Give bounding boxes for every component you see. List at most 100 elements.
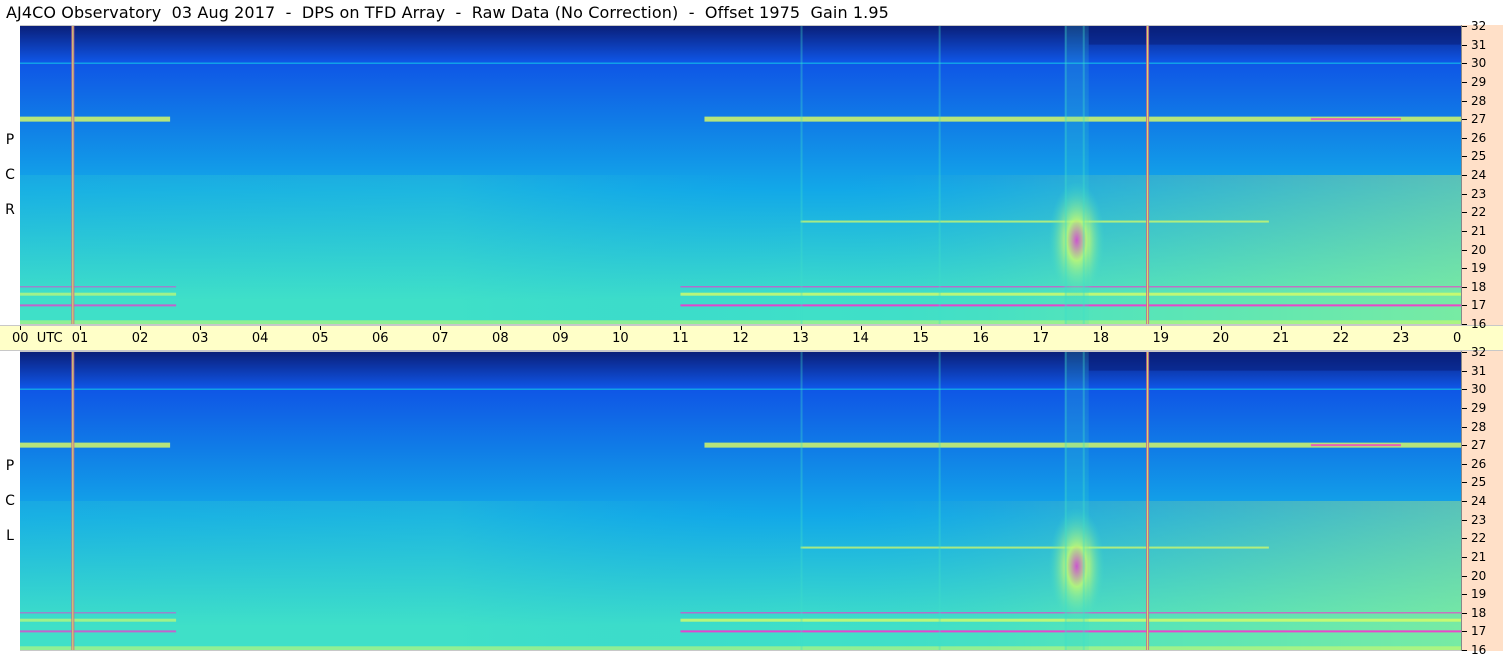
frequency-tick-mark: [1462, 194, 1467, 195]
time-tick-label: 21: [1272, 331, 1290, 346]
frequency-tick-label: 25: [1471, 475, 1487, 489]
time-tick-mark: [260, 326, 261, 330]
frequency-tick-mark: [1462, 427, 1467, 428]
rcp-spectrogram-plot: [20, 26, 1461, 324]
frequency-tick-label: 24: [1471, 494, 1487, 508]
frequency-tick-label: 18: [1471, 606, 1487, 620]
time-tick-mark: [200, 326, 201, 330]
time-tick-label: 09: [552, 331, 569, 346]
frequency-tick-mark: [1462, 101, 1467, 102]
time-tick-label: 01: [71, 331, 89, 346]
time-tick-label: 03: [191, 331, 209, 346]
time-tick-mark: [1281, 326, 1282, 330]
frequency-tick-label: 17: [1471, 624, 1487, 638]
interference-line-core-1: [72, 352, 74, 650]
time-tick-mark: [981, 326, 982, 330]
frequency-tick-mark: [1462, 650, 1467, 651]
frequency-tick-label: 26: [1471, 131, 1487, 145]
time-tick-label: 16: [972, 331, 989, 346]
vertical-streak-3: [1064, 26, 1067, 324]
frequency-tick-mark: [1462, 501, 1467, 502]
time-tick-mark: [560, 326, 561, 330]
time-tick-mark: [1161, 326, 1162, 330]
frequency-tick-label: 31: [1471, 38, 1487, 52]
frequency-tick-mark: [1462, 305, 1467, 306]
frequency-tick-mark: [1462, 594, 1467, 595]
time-tick-label: 05: [311, 331, 329, 346]
frequency-tick-label: 16: [1471, 317, 1487, 331]
interference-line-core-2: [1147, 352, 1149, 650]
frequency-tick-label: 28: [1471, 420, 1487, 434]
band-27mhz-peak: [1310, 444, 1401, 447]
time-tick-label: 23: [1392, 331, 1410, 346]
frequency-tick-mark: [1462, 445, 1467, 446]
band-17mhz-left: [20, 630, 177, 633]
lcp-frequency-axis: 16 17 18 19 20 21 22 23 24 25 26 27 28 29 30 31 32: [1461, 345, 1503, 657]
frequency-tick-mark: [1462, 631, 1467, 632]
frequency-tick-mark: [1462, 287, 1467, 288]
frequency-tick-mark: [1462, 520, 1467, 521]
band-27mhz-left: [20, 116, 171, 122]
frequency-tick-label: 27: [1471, 438, 1487, 452]
frequency-tick-mark: [1462, 408, 1467, 409]
frequency-tick-mark: [1462, 250, 1467, 251]
frequency-tick-label: 28: [1471, 94, 1487, 108]
time-tick-mark: [80, 326, 81, 330]
time-tick-label: 04: [251, 331, 269, 346]
time-tick-label: 13: [792, 331, 809, 346]
interference-line-core-2: [1147, 26, 1149, 324]
frequency-tick-label: 21: [1471, 224, 1487, 238]
frequency-tick-label: 22: [1471, 205, 1487, 219]
vertical-streak-4: [1082, 352, 1085, 650]
vertical-streak-2: [938, 26, 941, 324]
lcp-spectrogram: [20, 351, 1461, 651]
frequency-tick-mark: [1462, 352, 1467, 353]
frequency-tick-label: 30: [1471, 56, 1487, 70]
vertical-streak-3: [1064, 352, 1067, 650]
time-tick-label: 18: [1092, 331, 1110, 346]
frequency-tick-mark: [1462, 613, 1467, 614]
lcp-spectrogram-plot: [20, 352, 1461, 650]
frequency-tick-label: 20: [1471, 243, 1487, 257]
frequency-tick-label: 24: [1471, 168, 1487, 182]
time-tick-mark: [801, 326, 802, 330]
frequency-tick-label: 26: [1471, 457, 1487, 471]
band-16mhz: [20, 646, 1461, 650]
rcp-letter-r: P: [5, 132, 15, 148]
frequency-tick-mark: [1462, 557, 1467, 558]
time-tick-mark: [620, 326, 621, 330]
frequency-tick-mark: [1462, 138, 1467, 139]
vertical-streak-1: [800, 352, 803, 650]
lcp-letter-p: L: [6, 528, 14, 544]
vertical-streak-4: [1082, 26, 1085, 324]
frequency-tick-label: 21: [1471, 550, 1487, 564]
time-tick-mark: [1401, 326, 1402, 330]
burst-column: [1064, 352, 1089, 650]
time-tick-label: 00 UTC: [12, 331, 63, 346]
chart-title: AJ4CO Observatory 03 Aug 2017 - DPS on T…: [6, 3, 889, 22]
time-tick-label: 08: [492, 331, 509, 346]
band-17-6mhz-left: [20, 618, 177, 622]
frequency-tick-mark: [1462, 389, 1467, 390]
lcp-label-column: P C L: [0, 351, 20, 651]
frequency-tick-label: 31: [1471, 364, 1487, 378]
frequency-tick-label: 16: [1471, 643, 1487, 657]
band-30mhz: [20, 62, 1461, 64]
band-18mhz-left: [20, 612, 177, 614]
frequency-tick-label: 19: [1471, 261, 1487, 275]
time-tick-mark: [1041, 326, 1042, 330]
frequency-tick-mark: [1462, 268, 1467, 269]
high-frequency-quiet-region: [1088, 352, 1461, 371]
frequency-tick-label: 20: [1471, 569, 1487, 583]
vertical-streak-2: [938, 352, 941, 650]
rcp-frequency-axis: 16 17 18 19 20 21 22 23 24 25 26 27 28 29 30 31 32: [1461, 19, 1503, 331]
frequency-tick-label: 18: [1471, 280, 1487, 294]
time-tick-mark: [440, 326, 441, 330]
time-tick-label: 02: [131, 331, 149, 346]
time-tick-mark: [20, 326, 21, 330]
frequency-tick-mark: [1462, 119, 1467, 120]
frequency-tick-mark: [1462, 175, 1467, 176]
time-tick-label: 10: [612, 331, 629, 346]
frequency-tick-mark: [1462, 82, 1467, 83]
frequency-tick-mark: [1462, 371, 1467, 372]
